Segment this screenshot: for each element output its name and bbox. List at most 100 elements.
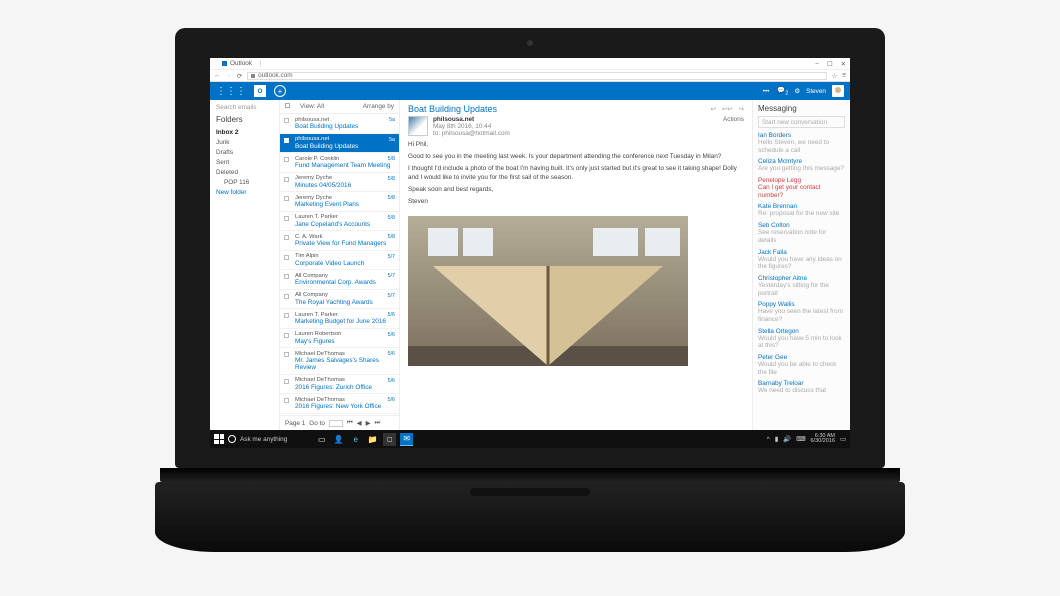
contact-item[interactable]: Kate BrennanRe: proposal for the new sit… <box>758 203 845 218</box>
message-item[interactable]: Tim AlpinCorporate Video Launch5/7 <box>280 251 399 271</box>
folder-item[interactable]: Inbox 2 <box>216 127 273 137</box>
contact-item[interactable]: Stella OrtegonWould you have 5 min to lo… <box>758 328 845 350</box>
message-item[interactable]: philsousa.netBoat Building Updates5a <box>280 134 399 154</box>
volume-icon[interactable]: 🔊 <box>783 435 791 443</box>
folder-item[interactable]: Junk <box>216 137 273 147</box>
message-item[interactable]: Carole P. ConklinFund Management Team Me… <box>280 153 399 173</box>
message-checkbox[interactable] <box>284 118 289 123</box>
browser-tab[interactable]: Outlook <box>214 60 261 67</box>
bookmark-button[interactable]: ☆ <box>832 72 838 80</box>
minimize-button[interactable]: – <box>815 60 819 68</box>
message-checkbox[interactable] <box>284 313 289 318</box>
message-checkbox[interactable] <box>284 352 289 357</box>
folder-item[interactable]: Drafts <box>216 147 273 157</box>
message-item[interactable]: All CompanyThe Royal Yachting Awards5/7 <box>280 290 399 310</box>
email-attachment-image[interactable] <box>408 216 688 366</box>
folder-item[interactable]: POP 116 <box>216 177 273 187</box>
message-checkbox[interactable] <box>284 255 289 260</box>
message-checkbox[interactable] <box>284 235 289 240</box>
address-bar[interactable]: outlook.com <box>247 72 826 80</box>
people-icon[interactable]: 👤 <box>332 433 345 446</box>
contact-item[interactable]: Ian BordersHello Steven, we need to sche… <box>758 132 845 154</box>
message-checkbox[interactable] <box>284 196 289 201</box>
clock[interactable]: 6:30 AM 6/30/2016 <box>810 434 834 445</box>
message-item[interactable]: Lauren RobertsonMay's Figures5/6 <box>280 329 399 349</box>
message-checkbox[interactable] <box>284 138 289 143</box>
contact-item[interactable]: Jack FallaWould you have any ideas on th… <box>758 249 845 271</box>
user-avatar[interactable] <box>832 85 844 97</box>
outlook-logo[interactable]: O <box>254 85 266 97</box>
message-checkbox[interactable] <box>284 379 289 384</box>
message-date: 5/8 <box>388 195 395 201</box>
appbar-more[interactable]: ••• <box>763 88 770 95</box>
contact-item[interactable]: Celiza McIntyreAre you getting this mess… <box>758 158 845 173</box>
arrange-by[interactable]: Arrange by <box>363 103 394 110</box>
message-item[interactable]: philsousa.netBoat Building Updates5a <box>280 114 399 134</box>
message-item[interactable]: Michael DeThomas2016 Figures: New York O… <box>280 394 399 414</box>
forward-button[interactable]: → <box>225 72 231 79</box>
menu-button[interactable]: ≡ <box>842 72 846 79</box>
explorer-icon[interactable]: 📁 <box>366 433 379 446</box>
message-checkbox[interactable] <box>284 398 289 403</box>
message-item[interactable]: C. A. WarkPrivate View for Fund Managers… <box>280 231 399 251</box>
outlook-taskbar-icon[interactable]: ✉ <box>400 433 413 446</box>
network-icon[interactable]: ▮ <box>775 435 779 443</box>
message-item[interactable]: Jeremy DycheMinutes 04/05/20165/8 <box>280 173 399 193</box>
message-checkbox[interactable] <box>284 294 289 299</box>
goto-input[interactable] <box>329 420 343 427</box>
contact-item[interactable]: Poppy WallisHave you seen the latest fro… <box>758 301 845 323</box>
settings-icon[interactable]: ⚙ <box>794 87 800 95</box>
message-checkbox[interactable] <box>284 157 289 162</box>
new-conversation-input[interactable]: Start new conversation <box>758 116 845 128</box>
reply-all-icon[interactable]: ↩↩ <box>722 105 733 113</box>
tray-up-icon[interactable]: ^ <box>767 436 770 443</box>
cortana-icon[interactable] <box>228 435 236 443</box>
contact-item[interactable]: Barnaby TreloarWe need to discuss that <box>758 380 845 395</box>
action-center-icon[interactable]: ▭ <box>840 435 846 443</box>
actions-menu[interactable]: Actions <box>723 116 744 123</box>
view-filter[interactable]: View: All <box>300 103 324 110</box>
chat-icon[interactable]: 💬2 <box>777 86 788 96</box>
message-item[interactable]: All CompanyEnvironmental Corp. Awards5/7 <box>280 270 399 290</box>
task-view-icon[interactable]: ▭ <box>315 433 328 446</box>
back-button[interactable]: ← <box>214 72 220 79</box>
pager-prev[interactable]: ◀ <box>357 419 362 427</box>
message-checkbox[interactable] <box>284 216 289 221</box>
pager-next[interactable]: ▶ <box>366 419 371 427</box>
contact-item[interactable]: Seb ColtonSee reservation note for detai… <box>758 222 845 244</box>
folder-item[interactable]: Deleted <box>216 167 273 177</box>
contact-item[interactable]: Christopher AitneYesterday's sitting for… <box>758 275 845 297</box>
reply-icon[interactable]: ↩ <box>711 105 716 113</box>
maximize-button[interactable]: ☐ <box>827 60 833 68</box>
cortana-input[interactable]: Ask me anything <box>240 436 287 443</box>
email-header: philsousa.net May 8th 2016, 10:44 to: ph… <box>408 116 744 137</box>
message-item[interactable]: Michael DeThomasMr. James Salvages's Sha… <box>280 348 399 375</box>
keyboard-icon[interactable]: ⌨ <box>796 435 805 443</box>
message-checkbox[interactable] <box>284 177 289 182</box>
contact-status: Would you be able to check the file <box>758 361 845 376</box>
app-launcher-icon[interactable]: ⋮⋮⋮ <box>216 86 246 97</box>
new-email-button[interactable]: + <box>274 85 286 97</box>
select-all-checkbox[interactable] <box>285 103 290 108</box>
forward-icon[interactable]: ↪ <box>739 105 744 113</box>
message-checkbox[interactable] <box>284 333 289 338</box>
message-item[interactable]: Jeremy DycheMarketing Event Plans5/8 <box>280 192 399 212</box>
contact-item[interactable]: Penelope LeggCan I get your contact numb… <box>758 177 845 199</box>
start-button[interactable] <box>214 434 224 444</box>
message-checkbox[interactable] <box>284 274 289 279</box>
contact-item[interactable]: Peter GeeWould you be able to check the … <box>758 354 845 376</box>
message-subject: Boat Building Updates <box>295 123 394 130</box>
store-icon[interactable]: ▢ <box>383 433 396 446</box>
folder-item[interactable]: New folder <box>216 187 273 197</box>
edge-icon[interactable]: e <box>349 433 362 446</box>
folder-item[interactable]: Sent <box>216 157 273 167</box>
close-button[interactable]: ✕ <box>841 60 846 68</box>
message-item[interactable]: Lauren T. ParkerMarketing Budget for Jun… <box>280 309 399 329</box>
pager-first[interactable]: ⏮ <box>347 419 353 427</box>
pager-last[interactable]: ⏭ <box>375 419 381 427</box>
message-item[interactable]: Lauren T. ParkerJane Copeland's Accounts… <box>280 212 399 232</box>
refresh-button[interactable]: ⟳ <box>237 72 242 80</box>
user-name[interactable]: Steven <box>806 88 826 95</box>
message-item[interactable]: Michael DeThomas2016 Figures: Zurich Off… <box>280 375 399 395</box>
search-input[interactable]: Search emails <box>216 104 273 111</box>
